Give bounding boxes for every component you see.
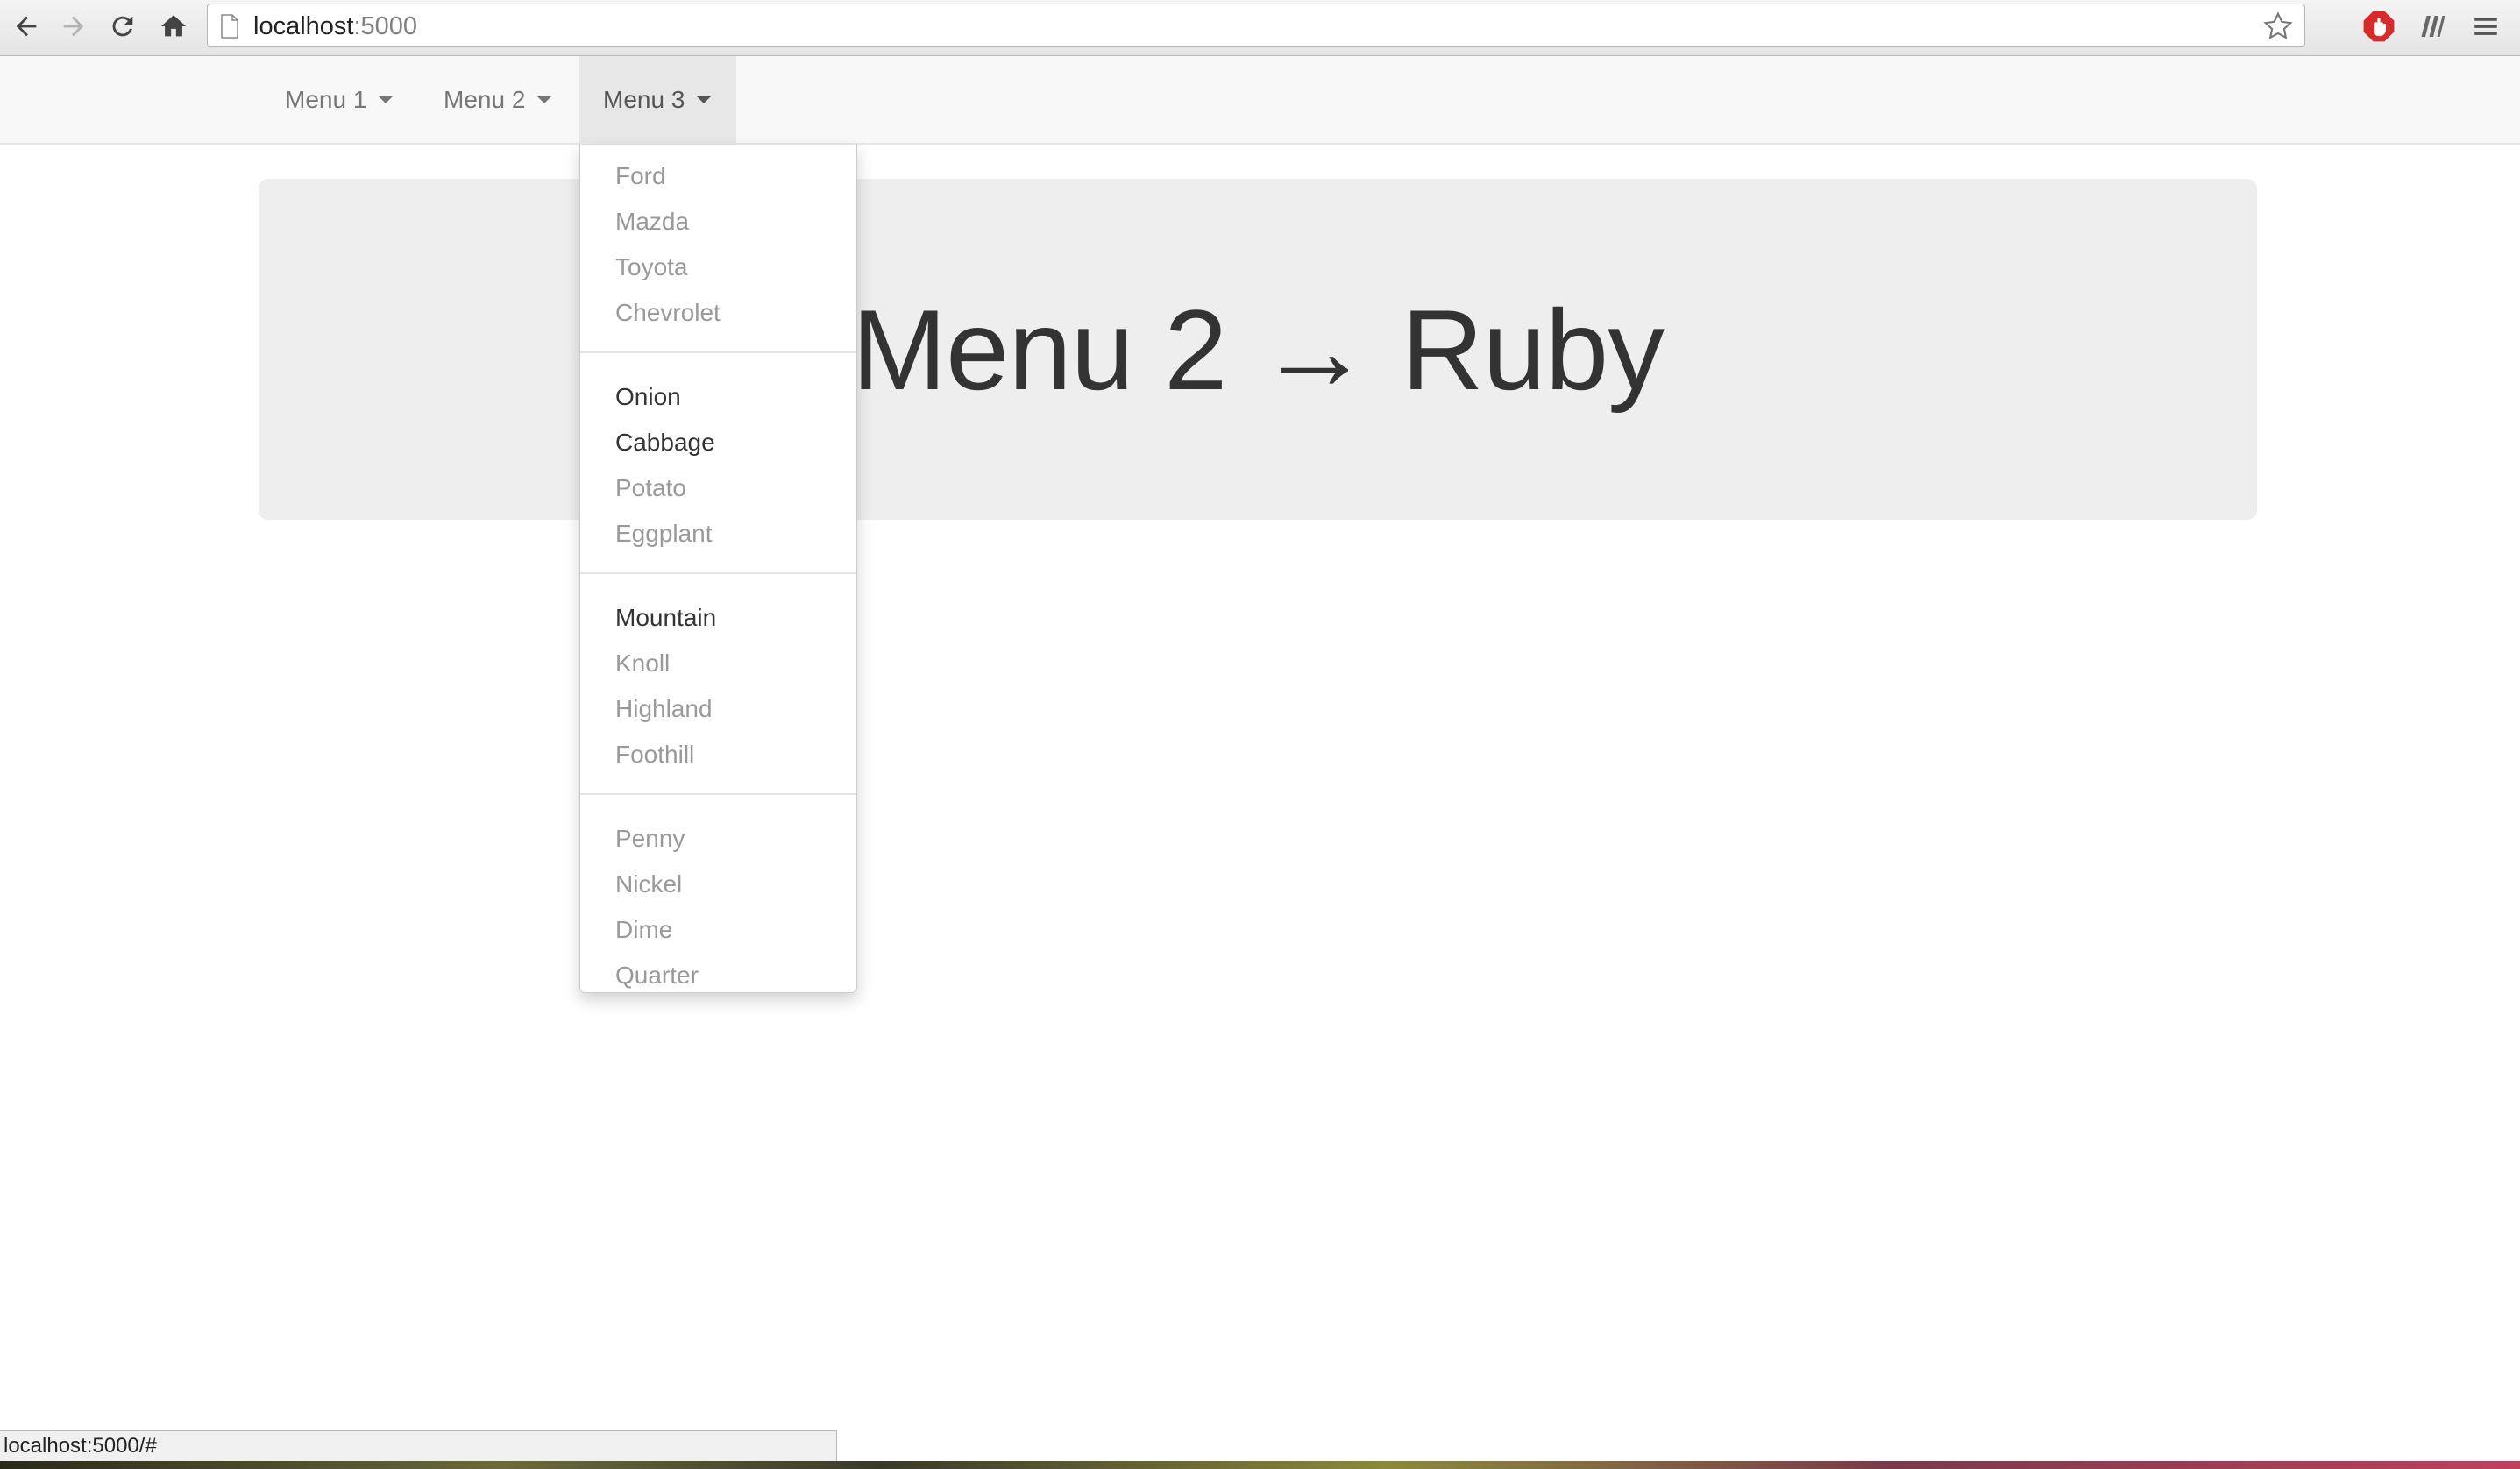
dropdown-item-cabbage[interactable]: Cabbage bbox=[615, 420, 715, 465]
dropdown-item-knoll[interactable]: Knoll bbox=[615, 641, 670, 686]
dropdown-divider bbox=[580, 793, 856, 795]
dropdown-item-highland[interactable]: Highland bbox=[615, 686, 713, 732]
menu-2-toggle[interactable]: Menu 2 bbox=[419, 56, 576, 143]
browser-toolbar: localhost:5000 bbox=[0, 0, 2520, 56]
caret-down-icon bbox=[697, 96, 712, 103]
dropdown-divider bbox=[580, 351, 856, 353]
back-button[interactable] bbox=[7, 7, 46, 46]
readability-button[interactable] bbox=[2416, 9, 2451, 44]
menu-1-toggle[interactable]: Menu 1 bbox=[260, 56, 417, 143]
menu-3-dropdown: Ford Mazda Toyota Chevrolet Onion Cabbag… bbox=[579, 145, 857, 993]
navbar: Menu 1 Menu 2 Menu 3 bbox=[0, 56, 2520, 145]
desktop-background-strip bbox=[0, 1461, 2520, 1469]
adblock-icon bbox=[2363, 11, 2395, 42]
dropdown-item-onion[interactable]: Onion bbox=[615, 374, 681, 420]
menu-icon bbox=[2474, 18, 2497, 35]
star-icon[interactable] bbox=[2262, 11, 2294, 42]
menu-3-label: Menu 3 bbox=[603, 85, 685, 113]
dropdown-item-quarter[interactable]: Quarter bbox=[615, 953, 699, 998]
caret-down-icon bbox=[379, 96, 394, 103]
forward-arrow-icon bbox=[63, 16, 84, 37]
dropdown-item-eggplant[interactable]: Eggplant bbox=[615, 511, 713, 557]
back-arrow-icon bbox=[16, 16, 37, 37]
menu-3-toggle[interactable]: Menu 3 bbox=[579, 56, 736, 143]
dropdown-item-chevrolet[interactable]: Chevrolet bbox=[615, 290, 721, 336]
forward-button[interactable] bbox=[54, 7, 93, 46]
readability-icon bbox=[2421, 16, 2445, 37]
caret-down-icon bbox=[537, 96, 552, 103]
dropdown-item-mazda[interactable]: Mazda bbox=[615, 199, 689, 245]
url-text: localhost:5000 bbox=[253, 4, 417, 48]
jumbotron: Menu 2 → Ruby bbox=[259, 179, 2257, 520]
home-button[interactable] bbox=[154, 7, 193, 46]
menu-2-label: Menu 2 bbox=[444, 85, 526, 113]
dropdown-item-mountain[interactable]: Mountain bbox=[615, 595, 716, 641]
dropdown-divider bbox=[580, 572, 856, 574]
menu-1-label: Menu 1 bbox=[285, 85, 367, 113]
dropdown-item-potato[interactable]: Potato bbox=[615, 465, 686, 511]
page-icon bbox=[221, 14, 238, 39]
adblock-button[interactable] bbox=[2361, 9, 2396, 44]
url-host: localhost bbox=[253, 12, 354, 40]
home-icon bbox=[160, 15, 187, 37]
reload-icon bbox=[112, 16, 133, 37]
dropdown-item-dime[interactable]: Dime bbox=[615, 907, 672, 953]
dropdown-item-toyota[interactable]: Toyota bbox=[615, 245, 688, 290]
address-bar[interactable]: localhost:5000 bbox=[207, 4, 2305, 47]
reload-button[interactable] bbox=[103, 7, 142, 46]
url-port: :5000 bbox=[353, 12, 418, 40]
dropdown-item-ford[interactable]: Ford bbox=[615, 153, 666, 199]
dropdown-item-penny[interactable]: Penny bbox=[615, 816, 685, 862]
status-bar: localhost:5000/# bbox=[0, 1430, 837, 1462]
page-heading: Menu 2 → Ruby bbox=[851, 285, 1665, 414]
dropdown-item-nickel[interactable]: Nickel bbox=[615, 862, 682, 907]
dropdown-item-foothill[interactable]: Foothill bbox=[615, 732, 694, 777]
chrome-menu-button[interactable] bbox=[2468, 9, 2503, 44]
